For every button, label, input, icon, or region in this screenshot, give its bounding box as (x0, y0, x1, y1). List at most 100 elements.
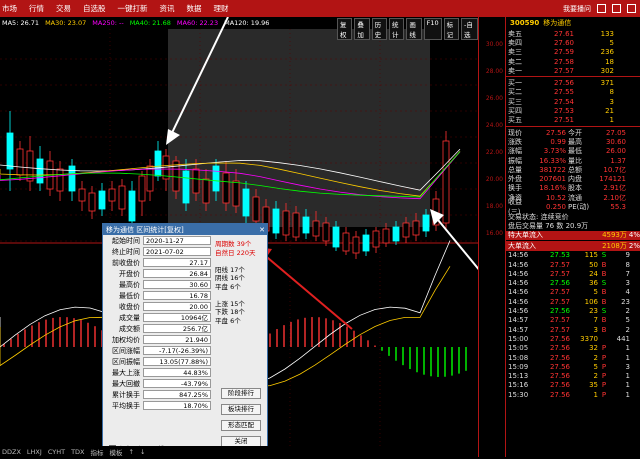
quote-row: 总量 381722 总额 10.7亿 (506, 165, 640, 174)
maximize-icon[interactable] (612, 4, 621, 13)
minimize-icon[interactable] (597, 4, 606, 13)
indicator-tab[interactable]: LHXJ (27, 448, 42, 456)
field-label: 最大回撤 (112, 379, 140, 388)
indicator-tab[interactable]: ↓ (140, 448, 145, 456)
field-value: 10964亿 (143, 313, 211, 322)
quote-value: 10.7亿 (603, 165, 626, 174)
chart-tool-button[interactable]: 统计 (388, 18, 405, 40)
tick-volume: 5 (593, 288, 598, 297)
order-volume: 371 (600, 79, 614, 88)
quote-row: 振幅 16.33% 量比 1.37 (506, 156, 640, 165)
tick-row: 14:56 27.56 23 S 2 (506, 306, 640, 315)
tick-side: B (601, 260, 607, 269)
menu-item[interactable]: 资讯 (160, 3, 175, 14)
field-value[interactable]: 2021-07-02 (143, 247, 211, 256)
dialog-button[interactable]: 板块排行 (221, 404, 261, 415)
menu-item[interactable]: 数据 (187, 3, 202, 14)
field-label: 前收盘价 (112, 258, 140, 267)
chart-tool-button[interactable]: 标记 (443, 18, 459, 40)
tick-count: 1 (625, 372, 630, 381)
side-stat: 平盘 6个 (215, 282, 241, 291)
annotation-arrow (433, 214, 519, 318)
tick-row: 14:56 27.56 36 S 3 (506, 279, 640, 288)
dialog-field-row: 区间涨幅 -7.17(-26.39%) (103, 345, 267, 356)
candle-body (402, 222, 410, 238)
tick-side: B (601, 316, 607, 325)
tick-price: 27.56 (549, 353, 570, 362)
tick-count: 4 (625, 288, 630, 297)
menu-item[interactable]: 理财 (214, 3, 229, 14)
close-icon[interactable] (627, 4, 636, 13)
money-flow: 特大单流入 4593万 4% 大单流入 2108万 2% (506, 230, 640, 251)
tick-count: 9 (625, 251, 630, 260)
price-tick-label: 20.00 (485, 176, 503, 183)
chart-tool-button[interactable]: 历史 (371, 18, 387, 40)
menu-item[interactable]: 一键打新 (118, 3, 148, 14)
order-row: 买二 27.55 8 (506, 88, 640, 97)
quote-value: 207601 (539, 175, 566, 184)
tick-volume: 3370 (580, 334, 598, 343)
field-value: 44.83% (143, 368, 211, 377)
dialog-title-bar: 移为通信 区间统计[复权] ✕ (103, 224, 267, 235)
candle-body (108, 188, 116, 202)
candle-body (172, 160, 180, 192)
tick-time: 14:56 (508, 260, 529, 269)
candle-body (272, 208, 280, 234)
main-menu: 市场 行情 交易 自选股 一键打新 资讯 数据 理财 (0, 3, 229, 14)
quote-table: 现价 27.56 今开 27.05 涨跌 0.99 最高 30.60 涨幅 3.73% 最低 26.0… (506, 128, 640, 216)
money-flow-label: 特大单流入 (508, 231, 543, 240)
chart-tool-button[interactable]: F10 (423, 18, 442, 40)
field-value: 16.78 (143, 291, 211, 300)
tick-row: 15:16 27.56 35 P 1 (506, 381, 640, 390)
tick-side: P (601, 390, 607, 399)
dialog-button[interactable]: 阶段排行 (221, 388, 261, 399)
candle-body (362, 234, 370, 252)
field-label: 加权均价 (112, 335, 140, 344)
order-price: 27.59 (553, 48, 574, 57)
tick-side: B (601, 288, 607, 297)
tick-side: P (601, 344, 607, 353)
order-price: 27.51 (553, 116, 574, 125)
chart-toolbar: MA5: 26.71 MA30: 23.07 MA250: -- MA40: 21.6… (0, 17, 478, 40)
chart-tool-button[interactable]: 画线 (406, 18, 422, 40)
tick-volume: 5 (593, 362, 598, 371)
top-right-area: 我要播问 (563, 4, 640, 14)
candle-body (138, 175, 146, 202)
candle-body (342, 232, 350, 252)
tick-count: 1 (625, 390, 630, 399)
ma-legend-item: MA250: -- (92, 19, 124, 27)
top-right-link[interactable]: 我要播问 (563, 4, 591, 14)
menu-item[interactable]: 交易 (56, 3, 71, 14)
dialog-button[interactable]: 形态匹配 (221, 420, 261, 431)
indicator-tab[interactable]: 模板 (110, 447, 123, 457)
tick-side: S (601, 251, 607, 260)
indicator-tab[interactable]: ↑ (129, 448, 134, 456)
candle-body (182, 170, 190, 204)
indicator-tab[interactable]: 指标 (91, 447, 104, 457)
dialog-field-row: 区间振幅 13.05(77.88%) (103, 356, 267, 367)
field-label: 收盘价 (119, 302, 140, 311)
field-label: 成交量 (119, 313, 140, 322)
field-label: 区间涨幅 (112, 346, 140, 355)
menu-item[interactable]: 行情 (29, 3, 44, 14)
chart-tool-button[interactable]: 复权 (337, 18, 353, 40)
menu-item[interactable]: 市场 (2, 3, 17, 14)
candle-body (6, 132, 14, 170)
indicator-tab[interactable]: DDZX (2, 448, 21, 456)
tick-count: 3 (625, 362, 630, 371)
close-icon[interactable]: ✕ (257, 226, 267, 234)
field-value: 256.7亿 (143, 324, 211, 333)
chart-tool-button[interactable]: 叠加 (354, 18, 370, 40)
tick-price: 27.56 (549, 279, 570, 288)
chart-tool-button[interactable]: -自选 (460, 18, 478, 40)
money-flow-row: 特大单流入 4593万 4% (506, 230, 640, 241)
tick-count: 1 (625, 344, 630, 353)
indicator-tab[interactable]: CYHT (48, 448, 65, 456)
indicator-tab[interactable]: TDX (71, 448, 84, 456)
quote-value: 174121 (599, 175, 626, 184)
menu-item[interactable]: 自选股 (83, 3, 106, 14)
tick-volume: 23 (589, 307, 598, 316)
money-flow-value: 4593万 (602, 231, 627, 240)
field-value: 27.17 (143, 258, 211, 267)
field-value[interactable]: 2020-11-27 (143, 236, 211, 245)
